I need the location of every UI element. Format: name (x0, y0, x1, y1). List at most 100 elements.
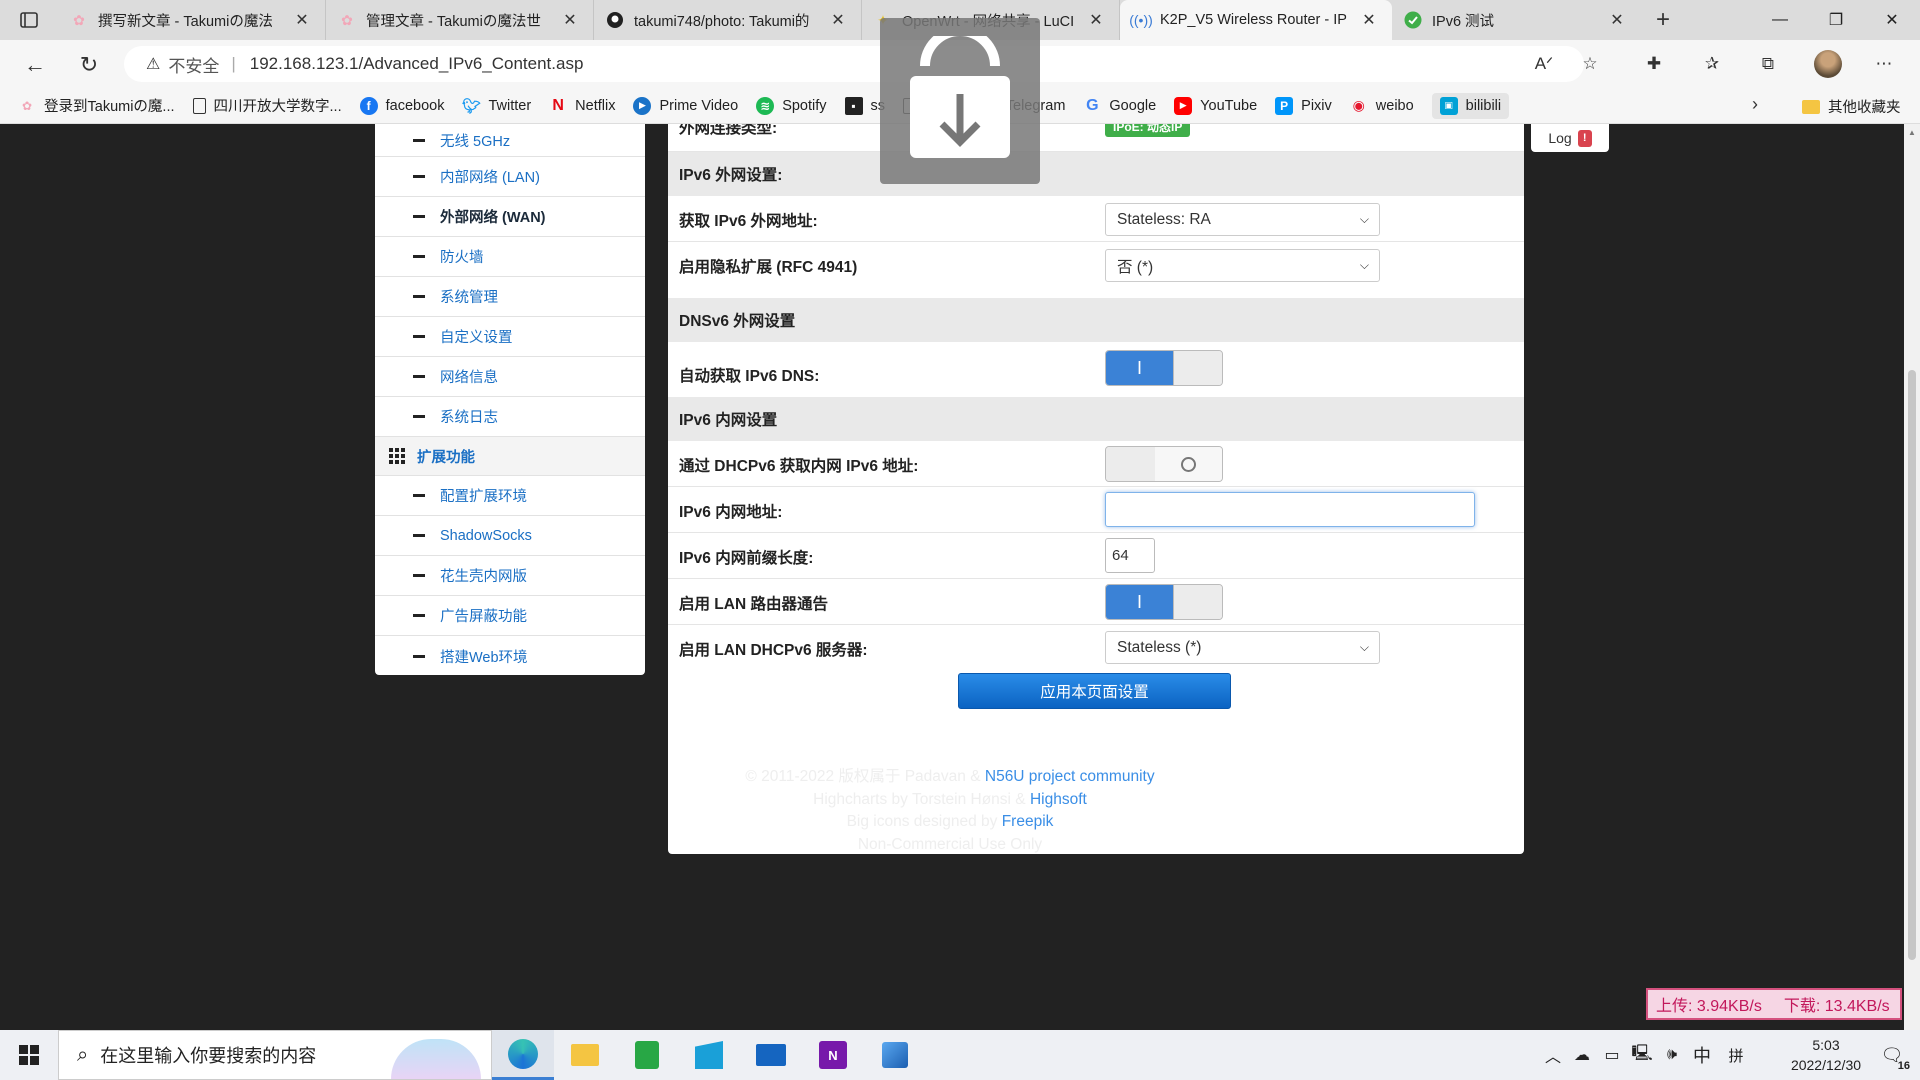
sidebar-section-extensions[interactable]: 扩展功能 (375, 437, 645, 476)
extensions-button[interactable]: ✚ (1638, 48, 1670, 80)
other-favorites-folder[interactable]: 其他收藏夹 (1802, 96, 1901, 117)
settings-menu-button[interactable]: ⋯ (1868, 48, 1900, 80)
notification-center-button[interactable]: 🗨︎ 16 (1872, 1030, 1912, 1080)
sidebar-item-system-admin[interactable]: 系统管理 (375, 277, 645, 317)
privacy-ext-select[interactable]: 否 (*) ⌵ (1105, 249, 1380, 282)
network-speed-widget: 上传: 3.94KB/s 下载: 13.4KB/s (1646, 988, 1902, 1020)
read-aloud-button[interactable]: Aᐟ (1528, 48, 1560, 80)
toggle-knob (1106, 447, 1157, 481)
refresh-button[interactable]: ↻ (72, 48, 106, 82)
tab-0[interactable]: ✿ 撰写新文章 - Takumiの魔法 ✕ (58, 0, 326, 40)
tab-1[interactable]: ✿ 管理文章 - Takumiの魔法世 ✕ (326, 0, 594, 40)
bookmark-prime-video[interactable]: ▶ Prime Video (633, 96, 738, 115)
bookmark-twitter[interactable]: 🐦︎ Twitter (462, 97, 531, 115)
log-button[interactable]: Log ! (1531, 124, 1609, 152)
new-tab-button[interactable]: + (1640, 0, 1686, 40)
sidebar-item-shadowsocks[interactable]: ShadowSocks (375, 516, 645, 556)
n56u-link[interactable]: N56U project community (985, 768, 1155, 785)
sidebar-item-wireless-5g[interactable]: 无线 5GHz (375, 124, 645, 157)
back-button[interactable]: ← (18, 48, 52, 82)
restore-button[interactable]: ❐ (1808, 0, 1864, 40)
collections-button[interactable]: ⧉ (1752, 48, 1784, 80)
auto-dns-toggle[interactable]: I (1105, 350, 1223, 386)
bookmark-facebook[interactable]: f facebook (359, 96, 444, 115)
freepik-link[interactable]: Freepik (1002, 813, 1054, 830)
tray-network[interactable]: 🖳︎ (1628, 1030, 1656, 1080)
search-icon: ⌕ (77, 1043, 89, 1066)
sidebar-item-lan[interactable]: 内部网络 (LAN) (375, 157, 645, 197)
sidebar-item-wan[interactable]: 外部网络 (WAN) (375, 197, 645, 237)
bookmark-sichuan[interactable]: 四川开放大学数字... (192, 95, 342, 116)
taskbar-search[interactable]: ⌕ 在这里输入你要搜索的内容 (58, 1030, 492, 1080)
taskbar-onenote[interactable]: N (802, 1030, 864, 1080)
footer-copyright: © 2011-2022 版权属于 Padavan & N56U project … (745, 768, 1155, 785)
taskbar-edge[interactable] (492, 1030, 554, 1080)
page-scrollbar[interactable]: ▲ (1904, 124, 1920, 1030)
lan-address-row: IPv6 内网地址: (668, 487, 1524, 533)
privacy-ext-row: 启用隐私扩展 (RFC 4941) 否 (*) ⌵ (668, 242, 1524, 288)
tray-ime[interactable]: 中 (1688, 1030, 1716, 1080)
apply-settings-button[interactable]: 应用本页面设置 (958, 673, 1231, 709)
paint-icon (882, 1042, 908, 1068)
close-tab-icon[interactable]: ✕ (293, 10, 311, 30)
bookmark-ss[interactable]: ▪ ss (844, 96, 885, 115)
tab-2[interactable]: takumi748/photo: Takumi的 ✕ (594, 0, 862, 40)
sidebar-item-system-log[interactable]: 系统日志 (375, 397, 645, 437)
scroll-up-icon[interactable]: ▲ (1908, 128, 1916, 137)
bookmark-google[interactable]: G Google (1083, 97, 1156, 115)
close-tab-icon[interactable]: ✕ (1087, 10, 1105, 30)
dhcpv6-lan-toggle[interactable] (1105, 446, 1223, 482)
close-window-button[interactable]: ✕ (1864, 0, 1920, 40)
sidebar-item-ext-env[interactable]: 配置扩展环境 (375, 476, 645, 516)
tray-clock[interactable]: 5:03 2022/12/30 (1778, 1030, 1874, 1080)
highsoft-link[interactable]: Highsoft (1030, 791, 1087, 808)
tray-battery[interactable]: ▭ (1598, 1030, 1626, 1080)
tab-4-active[interactable]: ((•)) K2P_V5 Wireless Router - IP ✕ (1120, 0, 1392, 40)
lan-dhcpv6-server-select[interactable]: Stateless (*) ⌵ (1105, 631, 1380, 664)
scrollbar-thumb[interactable] (1908, 370, 1916, 960)
bookmark-takumi[interactable]: ✿ 登录到Takumiの魔... (18, 95, 175, 116)
bookmark-spotify[interactable]: ≋ Spotify (756, 96, 827, 115)
add-favorite-button[interactable]: ☆ (1574, 48, 1606, 80)
tab-actions-button[interactable] (0, 0, 58, 40)
taskbar-mail[interactable] (740, 1030, 802, 1080)
url-field[interactable]: ⚠ 不安全 | 192.168.123.1/Advanced_IPv6_Cont… (124, 46, 1584, 82)
sidebar-item-adblock[interactable]: 广告屏蔽功能 (375, 596, 645, 636)
close-tab-icon[interactable]: ✕ (829, 10, 847, 30)
dhcpv6-lan-label: 通过 DHCPv6 获取内网 IPv6 地址: (679, 458, 919, 475)
close-tab-icon[interactable]: ✕ (561, 10, 579, 30)
tab-5[interactable]: IPv6 测试 ✕ (1392, 0, 1640, 40)
close-tab-icon[interactable]: ✕ (1360, 10, 1378, 30)
start-button[interactable] (0, 1030, 58, 1080)
sidebar-item-custom-settings[interactable]: 自定义设置 (375, 317, 645, 357)
sidebar-item-network-info[interactable]: 网络信息 (375, 357, 645, 397)
lan-address-input[interactable] (1105, 492, 1475, 527)
chevron-down-icon: ⌵ (1359, 640, 1369, 654)
bookmark-youtube[interactable]: ▶ YouTube (1174, 96, 1257, 115)
bookmark-weibo[interactable]: ◉ weibo (1350, 97, 1414, 115)
taskbar-notepad-app[interactable] (616, 1030, 678, 1080)
minimize-button[interactable]: — (1752, 0, 1808, 40)
bookmark-bilibili[interactable]: ▣ bilibili (1431, 92, 1510, 119)
bookmark-netflix[interactable]: N Netflix (549, 97, 615, 115)
lan-ra-toggle[interactable]: I (1105, 584, 1223, 620)
wan-address-select[interactable]: Stateless: RA ⌵ (1105, 203, 1380, 236)
bookmark-pixiv[interactable]: P Pixiv (1275, 96, 1332, 115)
sidebar-item-oray[interactable]: 花生壳内网版 (375, 556, 645, 596)
tray-overflow-chevron[interactable]: ︿ (1540, 1030, 1566, 1080)
more-bookmarks-chevron-icon[interactable]: › (1752, 94, 1758, 115)
tray-volume[interactable]: 🕪︎ (1658, 1030, 1686, 1080)
sidebar-item-firewall[interactable]: 防火墙 (375, 237, 645, 277)
taskbar-paint[interactable] (864, 1030, 926, 1080)
sidebar-item-web-env[interactable]: 搭建Web环境 (375, 636, 645, 676)
more-icon: ⋯ (1875, 54, 1893, 73)
close-tab-icon[interactable]: ✕ (1608, 10, 1626, 30)
lan-prefix-input[interactable]: 64 (1105, 538, 1155, 573)
taskbar-file-explorer[interactable] (554, 1030, 616, 1080)
tray-onedrive[interactable]: ☁ (1568, 1030, 1596, 1080)
tray-ime-mode[interactable]: 拼 (1722, 1030, 1750, 1080)
profile-button[interactable] (1812, 48, 1844, 80)
favorites-button[interactable]: ✰ (1696, 48, 1728, 80)
taskbar-store[interactable] (678, 1030, 740, 1080)
windows-logo-icon (19, 1045, 39, 1065)
